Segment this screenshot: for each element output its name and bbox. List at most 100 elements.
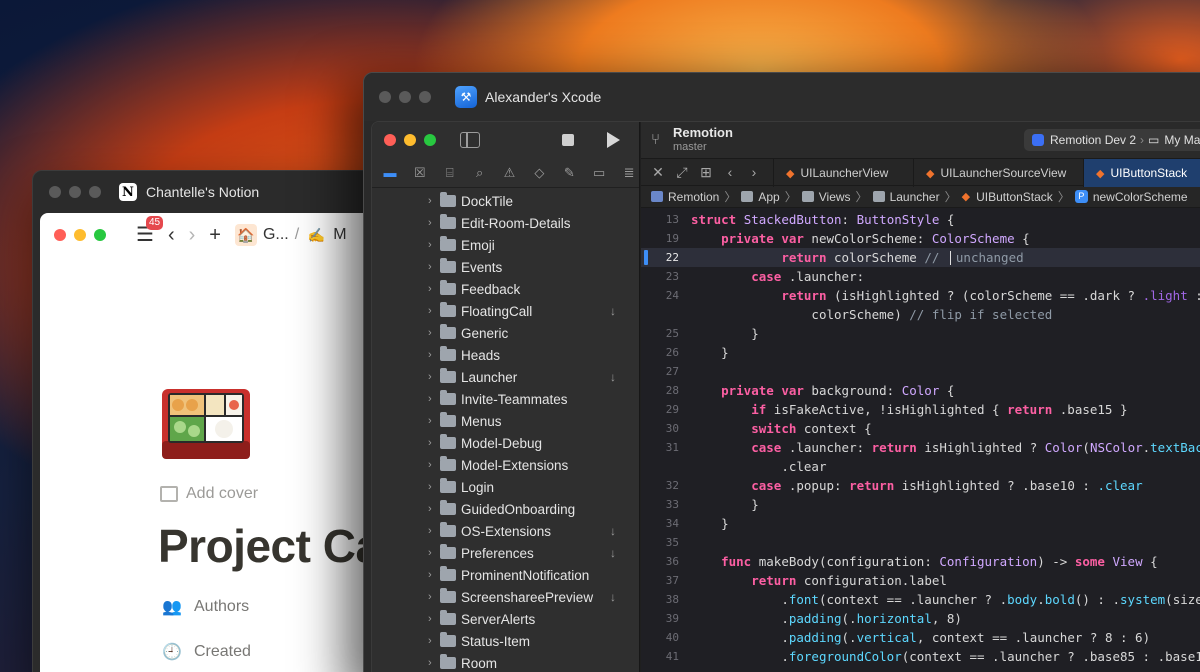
code-line[interactable]: 33 } (641, 495, 1200, 514)
property-authors[interactable]: 👥 Authors (162, 597, 249, 617)
code-line[interactable]: 32 case .popup: return isHighlighted ? .… (641, 476, 1200, 495)
zoom-button[interactable] (419, 91, 431, 103)
chevron-right-icon[interactable]: › (428, 547, 440, 559)
chevron-left-icon[interactable]: ‹ (723, 164, 737, 180)
chevron-right-icon[interactable]: › (428, 459, 440, 471)
zoom-button[interactable] (94, 229, 106, 241)
warning-icon[interactable]: ⚠ (500, 163, 520, 183)
code-line[interactable]: colorScheme) // flip if selected (641, 305, 1200, 324)
folder-row[interactable]: › ScreenshareePreview ↓ (372, 586, 639, 608)
close-button[interactable] (54, 229, 66, 241)
code-line[interactable]: 31 case .launcher: return isHighlighted … (641, 438, 1200, 457)
folder-row[interactable]: › ProminentNotification (372, 564, 639, 586)
zoom-button[interactable] (89, 186, 101, 198)
code-line[interactable]: 37 return configuration.label (641, 571, 1200, 590)
chevron-right-icon[interactable]: › (428, 525, 440, 537)
folder-row[interactable]: › Room (372, 652, 639, 672)
folder-row[interactable]: › Invite-Teammates (372, 388, 639, 410)
source-code[interactable]: 13 struct StackedButton: ButtonStyle {19 … (641, 208, 1200, 666)
current-code-line[interactable]: 22 return colorScheme // unchanged (641, 248, 1200, 267)
chevron-right-icon[interactable]: › (428, 261, 440, 273)
tab-uibuttonstack[interactable]: ◆ UIButtonStack (1083, 159, 1200, 187)
code-line[interactable]: 34 } (641, 514, 1200, 533)
jumpbar-item[interactable]: Views (819, 190, 851, 204)
folder-row[interactable]: › DockTile (372, 190, 639, 212)
minimize-button[interactable] (404, 134, 416, 146)
page-title[interactable]: Project Ca (158, 519, 381, 573)
close-button[interactable] (384, 134, 396, 146)
breakpoint-marker[interactable] (644, 250, 648, 265)
breadcrumb-item[interactable]: M (333, 226, 346, 244)
folder-row[interactable]: › Emoji (372, 234, 639, 256)
grid-icon[interactable]: ⊞ (699, 164, 713, 181)
minimize-button[interactable] (399, 91, 411, 103)
code-line[interactable]: 27 (641, 362, 1200, 381)
expand-icon[interactable]: ⤢ (675, 164, 689, 181)
jumpbar-item[interactable]: Remotion (668, 190, 719, 204)
jumpbar-item[interactable]: Launcher (890, 190, 940, 204)
folder-row[interactable]: › Preferences ↓ (372, 542, 639, 564)
minimize-button[interactable] (69, 186, 81, 198)
forward-button[interactable]: › (189, 225, 196, 245)
code-line[interactable]: 19 private var newColorScheme: ColorSche… (641, 229, 1200, 248)
folder-row[interactable]: › Edit-Room-Details (372, 212, 639, 234)
jumpbar-item[interactable]: App (758, 190, 779, 204)
chevron-right-icon[interactable]: › (747, 164, 761, 180)
sidebar-toggle-icon[interactable] (460, 132, 480, 148)
chevron-right-icon[interactable]: › (428, 481, 440, 493)
folder-row[interactable]: › Events (372, 256, 639, 278)
tab-uilaunchersourceview[interactable]: ◆ UILauncherSourceView (913, 159, 1083, 187)
chevron-right-icon[interactable]: › (428, 195, 440, 207)
new-page-button[interactable]: + (209, 225, 221, 245)
folder-row[interactable]: › Generic (372, 322, 639, 344)
code-line[interactable]: 36 func makeBody(configuration: Configur… (641, 552, 1200, 571)
code-line[interactable]: .clear (641, 457, 1200, 476)
code-line[interactable]: 30 switch context { (641, 419, 1200, 438)
debug-icon[interactable]: ✎ (559, 163, 579, 183)
test-icon[interactable]: ◇ (529, 163, 549, 183)
chevron-right-icon[interactable]: › (428, 591, 440, 603)
sidebar-menu-button[interactable]: ☰ 45 (136, 216, 164, 245)
code-line[interactable]: 35 (641, 533, 1200, 552)
stop-icon[interactable] (562, 134, 574, 146)
code-line[interactable]: 29 if isFakeActive, !isHighlighted { ret… (641, 400, 1200, 419)
branch-name[interactable]: master (673, 141, 707, 153)
chevron-right-icon[interactable]: › (428, 415, 440, 427)
source-control-icon[interactable]: ☒ (410, 163, 430, 183)
jumpbar-item[interactable]: UIButtonStack (976, 190, 1053, 204)
add-cover-button[interactable]: Add cover (160, 485, 258, 503)
chevron-right-icon[interactable]: › (428, 305, 440, 317)
minimize-button[interactable] (74, 229, 86, 241)
chevron-right-icon[interactable]: › (428, 503, 440, 515)
folder-row[interactable]: › ServerAlerts (372, 608, 639, 630)
chevron-right-icon[interactable]: › (428, 283, 440, 295)
back-button[interactable]: ‹ (168, 225, 175, 245)
folder-row[interactable]: › Model-Extensions (372, 454, 639, 476)
code-line[interactable]: 23 case .launcher: (641, 267, 1200, 286)
chevron-right-icon[interactable]: › (428, 349, 440, 361)
code-line[interactable]: 28 private var background: Color { (641, 381, 1200, 400)
folder-row[interactable]: › Heads (372, 344, 639, 366)
folder-row[interactable]: › FloatingCall ↓ (372, 300, 639, 322)
folder-row[interactable]: › Menus (372, 410, 639, 432)
chevron-right-icon[interactable]: › (428, 217, 440, 229)
folder-icon[interactable]: ▬ (380, 163, 400, 183)
project-name[interactable]: Remotion (673, 125, 733, 140)
chevron-right-icon[interactable]: › (428, 239, 440, 251)
chevron-right-icon[interactable]: › (428, 327, 440, 339)
jumpbar-item[interactable]: newColorScheme (1093, 190, 1188, 204)
chevron-right-icon[interactable]: › (428, 613, 440, 625)
close-button[interactable] (379, 91, 391, 103)
code-line[interactable]: 24 return (isHighlighted ? (colorScheme … (641, 286, 1200, 305)
folder-row[interactable]: › GuidedOnboarding (372, 498, 639, 520)
code-line[interactable]: 41 . foregroundColor (context == .launcher… (641, 647, 1200, 666)
chevron-right-icon[interactable]: › (428, 371, 440, 383)
code-line[interactable]: 38 . font (context == .launcher ? . body. bo… (641, 590, 1200, 609)
chevron-right-icon[interactable]: › (428, 437, 440, 449)
chevron-right-icon[interactable]: › (428, 657, 440, 669)
search-icon[interactable]: ⌕ (470, 163, 490, 183)
code-line[interactable]: 40 . padding (. vertical, context == .launc… (641, 628, 1200, 647)
chevron-right-icon[interactable]: › (428, 393, 440, 405)
scheme-selector[interactable]: Remotion Dev 2 › ▭ My Mac (1024, 129, 1200, 151)
folder-row[interactable]: › Status-Item (372, 630, 639, 652)
